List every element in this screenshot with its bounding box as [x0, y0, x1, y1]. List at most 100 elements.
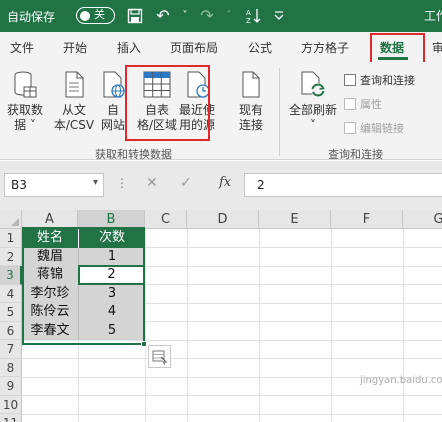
queries-connections-label: 查询和连接	[360, 74, 415, 87]
table-cell-name[interactable]: 魏眉	[22, 247, 78, 266]
existing-conn-label-2: 连接	[238, 118, 263, 132]
web-icon	[103, 71, 125, 98]
sort-icon[interactable]: AZ	[244, 5, 266, 27]
active-cell-b3[interactable]: 2	[78, 266, 145, 285]
from-web-label-2: 网站	[100, 118, 125, 132]
group-separator	[279, 68, 280, 156]
redo-icon[interactable]: ↷	[196, 5, 218, 27]
table-cell-count[interactable]: 5	[78, 321, 145, 340]
tab-insert[interactable]: 插入	[117, 39, 141, 56]
row-header-10[interactable]: 10	[0, 395, 22, 414]
fill-handle[interactable]	[141, 341, 147, 347]
connection-file-icon	[242, 71, 260, 98]
autosave-state: 关	[94, 8, 105, 21]
undo-dropdown-icon[interactable]: ˅	[174, 5, 196, 27]
table-cell-name[interactable]: 李春文	[22, 321, 78, 340]
column-header-f[interactable]: F	[331, 210, 403, 229]
quick-analysis-button[interactable]	[148, 345, 171, 368]
tab-fangfang[interactable]: 方方格子	[301, 39, 349, 56]
worksheet-grid[interactable]: A B C D E F G 1 2 3 4 5 6 7 8 9 10 11 姓名…	[0, 210, 442, 422]
column-header-c[interactable]: C	[145, 210, 187, 229]
gridline	[403, 229, 404, 422]
row-header-3[interactable]: 3	[0, 266, 22, 285]
refresh-all-button[interactable]: 全部刷新 ˅	[287, 70, 339, 133]
column-header-a[interactable]: A	[22, 210, 78, 229]
tab-page-layout[interactable]: 页面布局	[170, 39, 218, 56]
table-cell-count[interactable]: 1	[78, 247, 145, 266]
text-file-icon	[65, 71, 84, 98]
watermark: jingyan.baidu.com	[360, 375, 442, 386]
table-range-highlight	[125, 65, 210, 141]
get-data-label-2: 据 ˅	[14, 118, 36, 132]
gridline	[145, 229, 146, 422]
from-csv-label-2: 本/CSV	[53, 118, 95, 132]
properties-label: 属性	[360, 98, 382, 111]
column-header-d[interactable]: D	[187, 210, 259, 229]
row-header-7[interactable]: 7	[0, 340, 22, 359]
formula-input[interactable]: 2	[244, 173, 442, 197]
name-box-dropdown-icon[interactable]: ▾	[93, 177, 98, 188]
table-cell-count[interactable]: 4	[78, 303, 145, 322]
queries-connections-button[interactable]: 查询和连接	[344, 72, 415, 88]
redo-dropdown-icon[interactable]: ˅	[218, 5, 240, 27]
edit-links-button[interactable]: 编辑链接	[344, 120, 404, 136]
save-icon[interactable]	[124, 5, 146, 27]
table-header-count[interactable]: 次数	[78, 229, 145, 248]
from-csv-label-1: 从文	[61, 103, 86, 117]
row-header-1[interactable]: 1	[0, 229, 22, 248]
table-cell-count[interactable]: 3	[78, 284, 145, 303]
formula-bar-grip-icon[interactable]: ⋮	[116, 176, 129, 190]
row-header-9[interactable]: 9	[0, 377, 22, 396]
cancel-icon[interactable]: ✕	[146, 175, 158, 191]
row-header-5[interactable]: 5	[0, 303, 22, 322]
undo-icon[interactable]: ↶	[152, 5, 174, 27]
customize-toolbar-icon[interactable]	[268, 5, 290, 27]
gridline	[187, 229, 188, 422]
database-icon	[14, 71, 37, 98]
column-header-g[interactable]: G	[403, 210, 442, 229]
properties-icon	[344, 98, 356, 110]
refresh-all-label-1: 全部刷新	[288, 103, 337, 117]
table-cell-name[interactable]: 陈伶云	[22, 303, 78, 322]
name-box-value: B3	[11, 178, 27, 192]
table-cell-name[interactable]: 李尔珍	[22, 284, 78, 303]
table-cell-name[interactable]: 蒋锦	[22, 266, 78, 285]
insert-function-icon[interactable]: fx	[219, 175, 231, 190]
row-header-6[interactable]: 6	[0, 321, 22, 340]
name-box[interactable]: B3 ▾	[4, 173, 104, 197]
get-transform-group-label: 获取和转换数据	[95, 148, 172, 161]
gridline	[22, 413, 442, 415]
gridline	[259, 229, 260, 422]
refresh-icon	[301, 71, 325, 97]
table-header-name[interactable]: 姓名	[22, 229, 78, 248]
toggle-knob	[80, 10, 90, 21]
svg-text:A: A	[246, 9, 251, 17]
row-header-11[interactable]: 11	[0, 414, 22, 422]
tab-formulas[interactable]: 公式	[248, 39, 272, 56]
tab-review[interactable]: 审	[432, 39, 442, 56]
row-header-8[interactable]: 8	[0, 358, 22, 377]
select-all-corner[interactable]	[0, 210, 22, 229]
get-data-label-1: 获取数	[6, 103, 43, 117]
column-header-b[interactable]: B	[78, 210, 145, 229]
row-header-4[interactable]: 4	[0, 284, 22, 303]
autosave-toggle[interactable]: 关	[76, 7, 115, 24]
enter-icon[interactable]: ✓	[180, 175, 192, 191]
document-title: 工作	[424, 9, 442, 23]
gridline	[331, 229, 332, 422]
tab-file[interactable]: 文件	[10, 39, 34, 56]
row-header-2[interactable]: 2	[0, 247, 22, 266]
queries-group-label: 查询和连接	[328, 148, 383, 161]
from-web-button[interactable]: 自 网站	[98, 70, 128, 133]
existing-conn-label-1: 现有	[238, 103, 263, 117]
autosave-label: 自动保存	[7, 10, 56, 24]
from-csv-button[interactable]: 从文 本/CSV	[51, 70, 97, 133]
queries-icon	[344, 74, 356, 86]
edit-links-icon	[344, 122, 356, 134]
existing-connections-button[interactable]: 现有 连接	[233, 70, 269, 133]
column-header-e[interactable]: E	[259, 210, 331, 229]
get-data-button[interactable]: 获取数 据 ˅	[3, 70, 47, 133]
properties-button[interactable]: 属性	[344, 96, 382, 112]
title-bar: 自动保存 关 ↶ ˅ ↷ ˅ AZ 工作	[0, 0, 442, 32]
tab-home[interactable]: 开始	[63, 39, 87, 56]
